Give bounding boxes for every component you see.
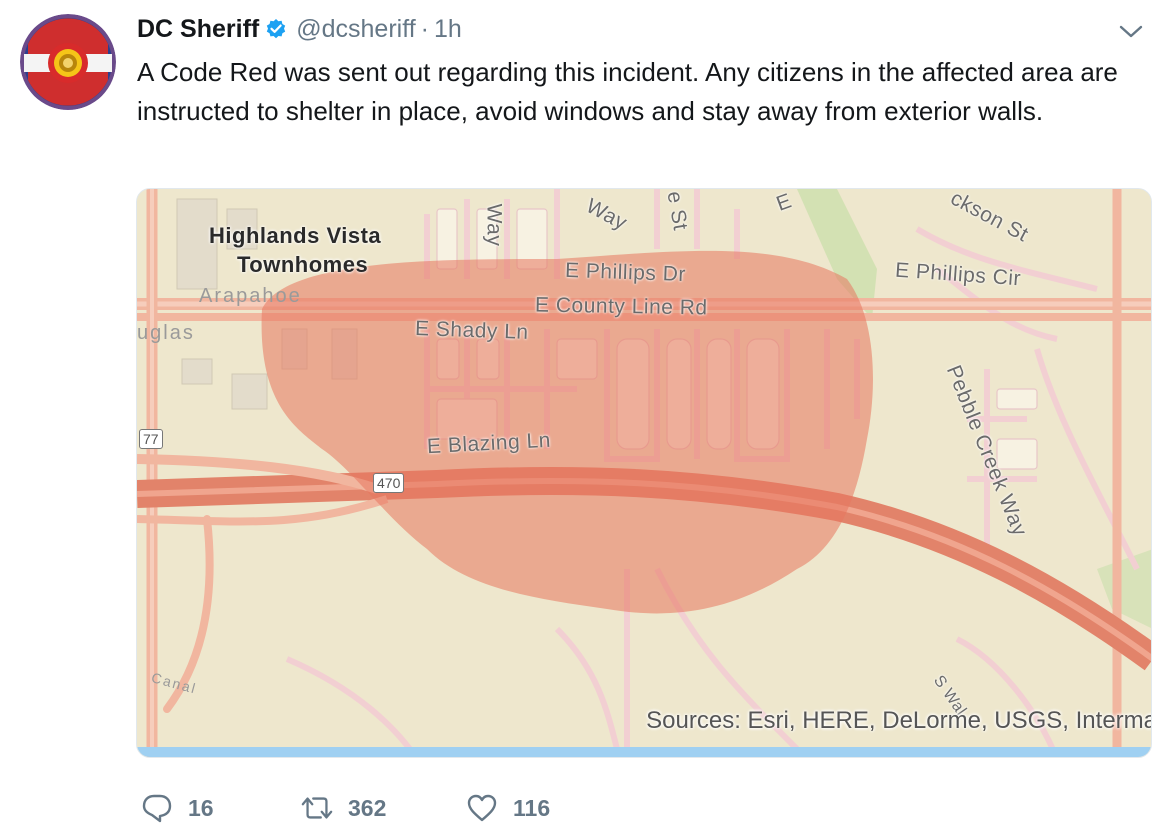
like-count: 116 (513, 794, 551, 821)
tweet-map-image[interactable]: Highlands Vista Townhomes Arapahoe uglas… (136, 188, 1152, 758)
verified-badge-icon (265, 18, 287, 40)
route-shield-470: 470 (373, 473, 405, 493)
display-name[interactable]: DC Sheriff (137, 15, 259, 44)
retweet-button[interactable]: 362 (300, 791, 465, 825)
avatar[interactable] (20, 14, 116, 110)
county-label-douglas: uglas (137, 322, 195, 344)
tweet-actions: 16 362 116 (140, 788, 625, 828)
county-label-arapahoe: Arapahoe (199, 285, 302, 307)
place-label-highlands-vista: Highlands Vista (209, 223, 382, 248)
tweet-header: DC Sheriff @dcsheriff · 1h (137, 12, 462, 46)
route-shield-77: 77 (139, 429, 163, 449)
tweet-text: A Code Red was sent out regarding this i… (137, 57, 1118, 126)
reply-button[interactable]: 16 (140, 791, 300, 825)
street-label-phillips-dr: E Phillips Dr (564, 258, 687, 287)
separator-dot: · (420, 14, 429, 43)
more-options-caret-icon[interactable] (1114, 18, 1148, 46)
street-label-shady-ln: E Shady Ln (414, 317, 529, 344)
street-label-county-line-rd: E County Line Rd (534, 293, 708, 320)
street-label-way-vertical: Way (482, 203, 506, 247)
place-label-townhomes: Townhomes (237, 252, 369, 277)
user-handle[interactable]: @dcsheriff (296, 15, 415, 44)
retweet-count: 362 (348, 794, 387, 821)
map-attribution: Sources: Esri, HERE, DeLorme, USGS, Inte… (646, 707, 1152, 734)
reply-count: 16 (188, 794, 214, 821)
retweet-icon (300, 791, 334, 825)
timestamp[interactable]: 1h (434, 15, 462, 44)
heart-icon (465, 791, 499, 825)
reply-icon (140, 791, 174, 825)
like-button[interactable]: 116 (465, 791, 625, 825)
map-bottom-bar (137, 747, 1151, 757)
sheriff-badge-avatar-image (20, 14, 116, 110)
